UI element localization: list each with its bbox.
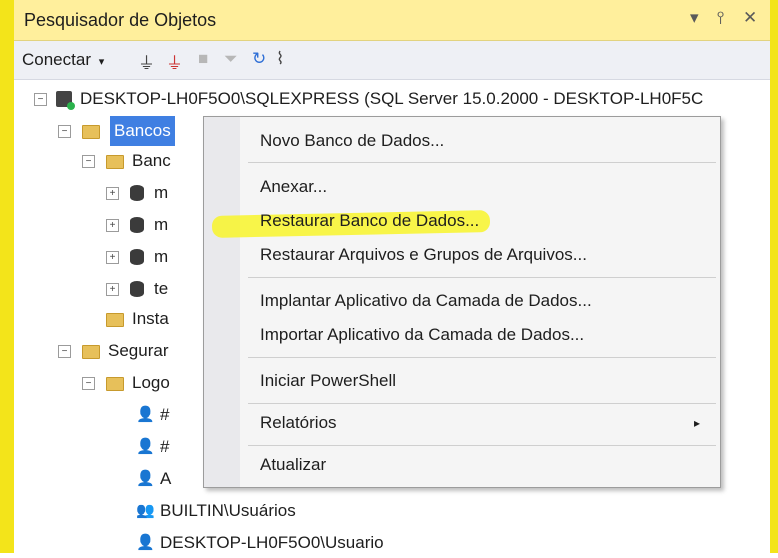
folder-icon	[106, 377, 124, 391]
collapse-icon[interactable]: −	[82, 155, 95, 168]
database-label: m	[154, 215, 169, 234]
menu-separator	[248, 403, 716, 404]
menu-item-deploy-data-tier-app[interactable]: Implantar Aplicativo da Camada de Dados.…	[240, 283, 718, 319]
panel-title-bar: Pesquisador de Objetos ▾ ⫯ ✕	[14, 0, 770, 41]
close-icon[interactable]: ✕	[743, 8, 757, 28]
server-label: DESKTOP-LH0F5O0\SQLEXPRESS (SQL Server 1…	[80, 89, 704, 108]
yellow-frame-left	[0, 0, 14, 553]
menu-item-label: Anexar...	[260, 177, 328, 196]
database-icon	[130, 185, 144, 201]
menu-item-restore-files-filegroups[interactable]: Restaurar Arquivos e Grupos de Arquivos.…	[240, 237, 718, 273]
login-label: DESKTOP-LH0F5O0\Usuario	[160, 533, 384, 552]
database-icon	[130, 217, 144, 233]
menu-item-label: Restaurar Arquivos e Grupos de Arquivos.…	[260, 245, 587, 264]
expand-icon[interactable]: +	[106, 187, 119, 200]
tree-node-server[interactable]: − DESKTOP-LH0F5O0\SQLEXPRESS (SQL Server…	[14, 84, 770, 114]
panel-title: Pesquisador de Objetos	[24, 10, 217, 30]
window-menu-icon[interactable]: ▾	[690, 8, 699, 28]
collapse-icon[interactable]: −	[58, 345, 71, 358]
collapse-icon[interactable]: −	[58, 125, 71, 138]
refresh-icon[interactable]: ↻	[252, 49, 266, 69]
connect-label: Conectar	[22, 50, 91, 69]
menu-item-reports[interactable]: Relatórios ▸	[240, 405, 718, 441]
context-menu: Novo Banco de Dados... Anexar... Restaur…	[203, 116, 721, 488]
menu-item-start-powershell[interactable]: Iniciar PowerShell	[240, 363, 718, 399]
yellow-frame-right	[770, 0, 778, 553]
submenu-arrow-icon: ▸	[693, 416, 700, 430]
folder-icon	[106, 313, 124, 327]
connect-button[interactable]: Conectar ▾	[22, 50, 104, 70]
connect-dropdown-icon[interactable]: ▾	[99, 56, 105, 68]
system-databases-label: Banc	[132, 151, 171, 170]
folder-icon	[106, 155, 124, 169]
collapse-icon[interactable]: −	[82, 377, 95, 390]
menu-item-import-data-tier-app[interactable]: Importar Aplicativo da Camada de Dados..…	[240, 317, 718, 353]
snapshots-label: Insta	[132, 309, 169, 328]
menu-item-label: Importar Aplicativo da Camada de Dados..…	[260, 325, 585, 344]
logins-label: Logo	[132, 373, 170, 392]
menu-item-label: Atualizar	[260, 455, 327, 474]
disabled-user-icon: 👤	[136, 438, 155, 455]
menu-icon-gutter	[204, 117, 240, 487]
folder-icon	[82, 125, 100, 139]
menu-item-restore-database[interactable]: Restaurar Banco de Dados...	[211, 203, 718, 239]
expand-icon[interactable]: +	[106, 219, 119, 232]
folder-icon	[82, 345, 100, 359]
security-label: Segurar	[108, 341, 169, 360]
menu-item-label: Restaurar Banco de Dados...	[260, 211, 480, 230]
server-icon	[56, 91, 75, 110]
stop-icon[interactable]: ■	[198, 49, 208, 69]
collapse-icon[interactable]: −	[34, 93, 47, 106]
menu-item-label: Relatórios	[260, 413, 337, 432]
login-label: #	[160, 437, 170, 456]
activity-monitor-icon[interactable]: ⌇	[276, 49, 284, 69]
disabled-user-icon: 👤	[136, 406, 155, 423]
menu-item-refresh[interactable]: Atualizar	[240, 447, 718, 483]
object-explorer-panel: Pesquisador de Objetos ▾ ⫯ ✕ Conectar ▾ …	[14, 0, 770, 553]
menu-separator	[248, 277, 716, 278]
menu-separator	[248, 357, 716, 358]
toolbar: Conectar ▾ ⏚ ⏚ ■ ⏷ ↻ ⌇	[14, 41, 770, 80]
user-icon: 👤	[136, 534, 155, 551]
database-label: m	[154, 247, 169, 266]
user-icon: 👤	[136, 470, 155, 487]
login-label: BUILTIN\Usuários	[160, 501, 296, 520]
menu-item-label: Implantar Aplicativo da Camada de Dados.…	[260, 291, 592, 310]
menu-separator	[248, 162, 716, 163]
databases-label: Bancos	[110, 116, 175, 146]
database-label: m	[154, 183, 169, 202]
database-label: te	[154, 279, 169, 298]
pin-icon[interactable]: ⫯	[717, 8, 724, 28]
login-label: A	[160, 469, 172, 488]
database-icon	[130, 249, 144, 265]
connect-plug-icon[interactable]: ⏚	[138, 49, 155, 74]
menu-item-label: Novo Banco de Dados...	[260, 131, 445, 150]
filter-icon[interactable]: ⏷	[224, 49, 238, 69]
group-icon: 👥	[136, 502, 155, 519]
menu-item-new-database[interactable]: Novo Banco de Dados...	[240, 123, 718, 159]
login-label: #	[160, 405, 170, 424]
disconnect-icon[interactable]: ⏚	[166, 49, 183, 74]
expand-icon[interactable]: +	[106, 251, 119, 264]
menu-item-attach[interactable]: Anexar...	[240, 169, 718, 205]
menu-separator	[248, 445, 716, 446]
database-icon	[130, 281, 144, 297]
menu-item-label: Iniciar PowerShell	[260, 371, 397, 390]
expand-icon[interactable]: +	[106, 283, 119, 296]
